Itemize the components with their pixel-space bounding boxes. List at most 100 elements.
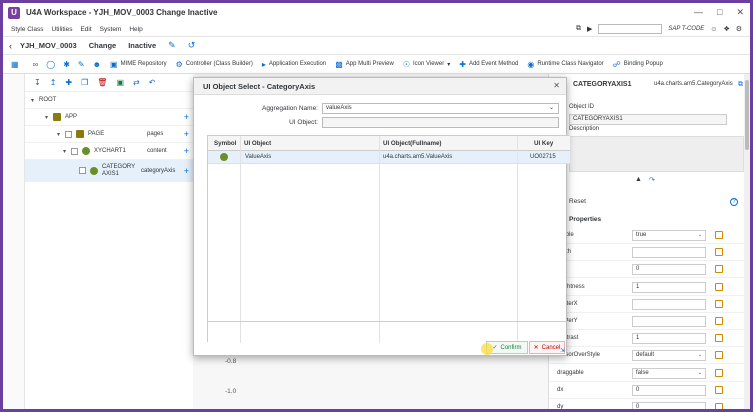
col-ui-object[interactable]: UI Object (244, 140, 271, 147)
table-row[interactable]: ValueAxis u4a.charts.am5.ValueAxis UO027… (208, 151, 570, 164)
reset-button[interactable]: Reset (569, 198, 586, 205)
chevron-down-icon[interactable]: ▾ (45, 114, 53, 121)
runtime-class-navigator-button[interactable]: ◉ Runtime Class Navigator (527, 60, 603, 69)
icon-viewer-button[interactable]: ☉ Icon Viewer ▾ (403, 60, 450, 69)
property-value-field[interactable]: 0 (632, 402, 706, 409)
copy-icon[interactable]: ❐ (81, 78, 88, 87)
tree-row-categoryaxis1[interactable]: CATEGORY AXIS1 categoryAxis + (25, 160, 193, 182)
col-ui-key[interactable]: UI Key (534, 140, 553, 147)
add-child-icon[interactable]: + (184, 166, 189, 176)
binding-edit-icon[interactable] (715, 231, 723, 239)
menu-style-class[interactable]: Style Class (11, 26, 44, 33)
paste-icon[interactable]: ▣ (116, 78, 124, 87)
link-icon[interactable]: ∞ (33, 60, 39, 69)
controller-button[interactable]: ⚙ Controller (Class Builder) (176, 60, 253, 69)
binding-edit-icon[interactable] (715, 334, 723, 343)
new-window-icon[interactable]: ⧉ (576, 25, 581, 33)
tree-row-root[interactable]: ▾ ROOT (25, 92, 193, 109)
add-child-icon[interactable]: + (184, 112, 189, 122)
property-key: dx (557, 386, 564, 393)
property-value-field[interactable] (632, 298, 706, 310)
tree-row-app[interactable]: ▾ APP + (25, 109, 193, 126)
activate-icon[interactable]: ↺ (188, 40, 196, 51)
chevron-down-icon[interactable]: ⌄ (698, 231, 702, 240)
display-change-icon[interactable]: ✎ (168, 40, 176, 51)
collapse-icon[interactable]: ↥ (50, 78, 57, 87)
app-multi-preview-button[interactable]: ▩ App Multi Preview (335, 60, 394, 69)
move-icon[interactable]: ⇄ (133, 78, 140, 87)
binding-edit-icon[interactable] (715, 265, 723, 274)
row-checkbox[interactable] (79, 167, 86, 174)
language-icon[interactable]: ❖ (723, 25, 729, 33)
col-ui-object-fullname[interactable]: UI Object(Fullname) (383, 140, 441, 147)
undo-icon[interactable]: ↶ (149, 78, 156, 87)
pencil-icon[interactable]: ✎ (78, 60, 85, 69)
property-value-field[interactable]: false ⌄ (632, 367, 706, 379)
resize-handle-icon[interactable]: ⇲ (560, 347, 565, 354)
tree-row-xychart1[interactable]: ▾ XYCHART1 content + (25, 143, 193, 160)
app-execution-button[interactable]: ▸ Application Execution (262, 60, 326, 69)
property-value-field[interactable]: true ⌄ (632, 230, 706, 241)
ui-object-field[interactable] (322, 117, 559, 128)
binding-edit-icon[interactable] (715, 317, 723, 325)
scrollbar-thumb[interactable] (745, 80, 749, 150)
property-value-field[interactable]: 0 (632, 384, 706, 396)
properties-scrollbar[interactable] (744, 74, 750, 409)
property-value-field[interactable] (632, 247, 706, 259)
help-icon[interactable]: ? (730, 198, 738, 206)
chevron-down-icon[interactable]: ▾ (57, 131, 65, 138)
binding-edit-icon[interactable] (715, 351, 723, 360)
property-value-field[interactable]: 0 (632, 264, 706, 276)
row-checkbox[interactable] (71, 147, 78, 155)
layout-icon[interactable]: ▦ (11, 60, 19, 69)
binding-edit-icon[interactable] (715, 385, 723, 394)
menu-utilities[interactable]: Utilities (52, 26, 73, 33)
close-icon[interactable]: ✕ (553, 81, 560, 90)
user-icon[interactable]: ☺ (710, 26, 717, 33)
add-event-method-button[interactable]: ✚ Add Event Method (459, 60, 518, 69)
back-icon[interactable]: ‹ (9, 41, 12, 51)
menu-edit[interactable]: Edit (80, 26, 91, 33)
property-value-field[interactable]: 1 (632, 281, 706, 293)
property-value-field[interactable]: default ⌄ (632, 350, 706, 362)
tools-icon[interactable]: ✱ (63, 60, 70, 69)
add-child-icon[interactable]: + (184, 129, 189, 139)
close-icon[interactable]: ✕ (736, 7, 744, 18)
minimize-icon[interactable]: — (694, 7, 703, 18)
col-symbol[interactable]: Symbol (214, 140, 236, 147)
chevron-down-icon[interactable]: ▾ (31, 97, 39, 104)
tree-row-page[interactable]: ▾ PAGE pages + (25, 126, 193, 143)
chevron-down-icon[interactable]: ⌄ (549, 104, 554, 113)
chevron-down-icon[interactable]: ⌄ (698, 369, 702, 378)
row-checkbox[interactable] (65, 130, 72, 138)
chevron-down-icon[interactable]: ⌄ (698, 351, 702, 360)
property-value-field[interactable] (632, 316, 706, 327)
add-child-icon[interactable]: + (184, 146, 189, 156)
binding-edit-icon[interactable] (715, 403, 723, 409)
expand-icon[interactable]: ↧ (34, 78, 41, 87)
property-value-field[interactable]: 1 (632, 333, 706, 345)
chevron-down-icon[interactable]: ▾ (63, 148, 71, 155)
maximize-icon[interactable]: □ (717, 7, 722, 18)
add-icon[interactable]: ✚ (65, 78, 72, 87)
menu-system[interactable]: System (100, 26, 122, 33)
menu-help[interactable]: Help (129, 26, 142, 33)
delete-icon[interactable]: 🗑 (97, 78, 107, 87)
binding-edit-icon[interactable] (715, 368, 723, 377)
check-icon[interactable]: ◯ (46, 60, 55, 69)
run-tcode-icon[interactable]: ▶ (587, 25, 592, 33)
binding-edit-icon[interactable] (715, 282, 723, 291)
object-id-field[interactable]: CATEGORYAXIS1 (569, 114, 727, 125)
users-icon[interactable]: ☻ (93, 60, 101, 69)
binding-edit-icon[interactable] (715, 299, 723, 308)
aggregation-name-select[interactable]: valueAxis ⌄ (322, 103, 559, 114)
navigate-icon[interactable]: ↷ (649, 176, 655, 184)
collapse-icon[interactable]: ▲ (635, 176, 642, 183)
tcode-input[interactable] (598, 24, 663, 34)
binding-edit-icon[interactable] (715, 248, 723, 257)
description-field[interactable] (569, 136, 744, 172)
binding-popup-button[interactable]: ☍ Binding Popup (613, 60, 663, 69)
pin-icon[interactable]: ⧉ (738, 81, 743, 89)
settings-icon[interactable]: ⚙ (736, 25, 742, 33)
mime-repository-button[interactable]: ▣ MIME Repository (110, 60, 167, 69)
